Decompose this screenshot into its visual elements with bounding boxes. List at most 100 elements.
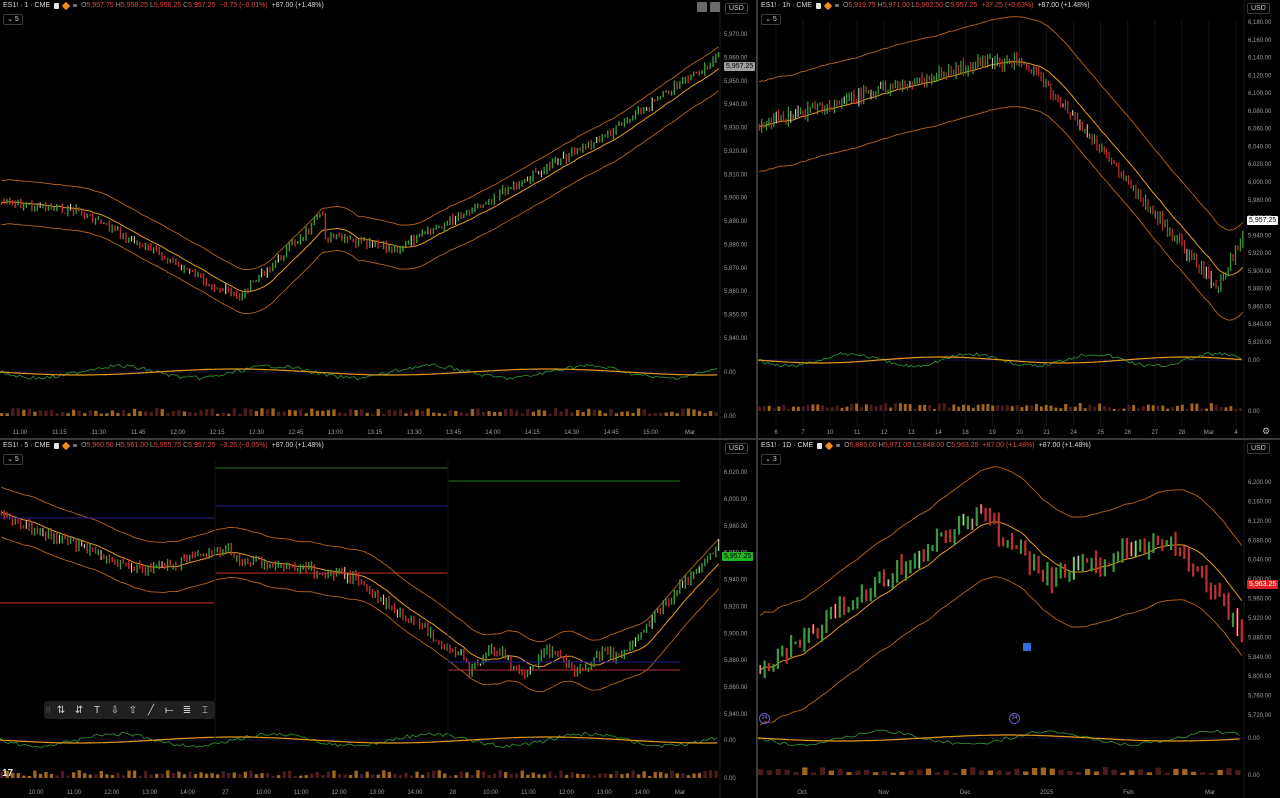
eye-icon[interactable] (836, 444, 841, 447)
histogram-bar (238, 773, 242, 778)
volume-axis-tick: 0.00 (724, 776, 736, 782)
symbol-title[interactable]: ES1! · 1 · CME (3, 2, 50, 9)
histogram-bar (686, 775, 691, 778)
settings-gear-icon[interactable]: ⚙ (1262, 426, 1270, 437)
currency-button[interactable]: USD (1247, 3, 1270, 14)
tradingview-logo[interactable]: 17 (2, 768, 13, 779)
short-position-icon[interactable]: ⇵ (70, 702, 88, 718)
time-axis-tick: 14:15 (525, 430, 541, 436)
histogram-bar (932, 408, 936, 411)
histogram-bar (860, 406, 863, 411)
chart-canvas[interactable]: 6,200.00 6,160.00 6,120.00 6,080.00 6,040.00… (758, 440, 1280, 798)
histogram-bar (33, 770, 37, 778)
interval-selector[interactable]: ⌄ 5 (3, 14, 23, 25)
text-tool-icon[interactable]: T (88, 702, 106, 718)
time-axis-tick: 14:00 (635, 790, 651, 796)
pane-divider-vertical[interactable] (756, 0, 758, 798)
price-label-icon[interactable]: ⌶ (196, 702, 214, 718)
histogram-bar (1164, 772, 1170, 775)
time-axis-tick: Mar (675, 790, 685, 796)
histogram-bar (232, 408, 236, 416)
histogram-bar (166, 413, 170, 416)
bollinger-upper (759, 466, 1243, 616)
trend-line-icon[interactable]: ╱ (142, 702, 160, 718)
event-badge[interactable]: 24 (759, 713, 770, 724)
histogram-bar (864, 769, 870, 775)
price-axis-tick: 5,910.00 (724, 172, 748, 178)
settings-button[interactable] (710, 2, 720, 12)
horizontal-ray-icon[interactable]: ⟝ (160, 702, 178, 718)
time-axis-tick: 24 (1070, 430, 1077, 436)
time-axis-tick: 21 (1043, 430, 1050, 436)
histogram-bar (648, 775, 652, 778)
pane-divider-horizontal[interactable] (0, 438, 1280, 440)
histogram-bar (204, 773, 209, 778)
symbol-title[interactable]: ES1! · 5 · CME (3, 442, 50, 449)
histogram-bar (509, 773, 513, 778)
currency-button[interactable]: USD (725, 3, 748, 14)
histogram-bar (1173, 768, 1179, 775)
histogram-bar (282, 411, 286, 416)
change-value: +87.00 (+1.48%) (982, 442, 1035, 449)
histogram-bar (1229, 406, 1233, 411)
time-axis-tick: 11:30 (92, 430, 107, 436)
eye-icon[interactable] (73, 4, 78, 7)
histogram-bar (675, 773, 680, 778)
interval-selector[interactable]: ⌄ 5 (3, 454, 23, 465)
chart-canvas[interactable]: 6,020.006,000.005,980.005,960.005,940.00… (0, 440, 756, 798)
change-value: −0.75 (−0.01%) (219, 2, 268, 9)
histogram-bar (1073, 406, 1077, 411)
symbol-title[interactable]: ES1! · 1D · CME (761, 442, 813, 449)
interval-selector[interactable]: ⌄ 3 (761, 454, 781, 465)
time-axis-tick: 12:00 (559, 790, 575, 796)
chart-pane-bottom-right[interactable]: 6,200.00 6,160.00 6,120.00 6,080.00 6,040.00… (758, 440, 1280, 798)
price-axis-tick: 5,860.00 (724, 289, 748, 295)
histogram-bar (986, 403, 990, 411)
event-badge[interactable]: 24 (1009, 713, 1020, 724)
histogram-bar (620, 411, 624, 416)
chart-pane-top-right[interactable]: 6,180.00 6,160.00 6,140.00 6,120.00 6,100.00… (758, 0, 1280, 438)
chart-pane-bottom-left[interactable]: 6,020.006,000.005,980.005,960.005,940.00… (0, 440, 756, 798)
chart-canvas[interactable]: 6,180.00 6,160.00 6,140.00 6,120.00 6,100.00… (758, 0, 1280, 438)
layout-button[interactable] (697, 2, 707, 12)
price-axis-tick: 5,870.00 (724, 266, 748, 272)
histogram-bar (420, 774, 425, 778)
histogram-bar (1156, 405, 1160, 411)
time-axis-tick: 14 (935, 430, 942, 436)
long-position-icon[interactable]: ⇅ (52, 702, 70, 718)
price-axis-tick: 5,960.00 (724, 55, 748, 61)
histogram-bar (879, 404, 883, 411)
histogram-bar (1030, 405, 1034, 411)
histogram-bar (664, 412, 668, 416)
currency-button[interactable]: USD (1247, 443, 1270, 454)
chart-canvas[interactable]: 5,970.00 5,960.00 5,950.00 5,940.00 5,930.00… (0, 0, 756, 438)
chart-pane-top-left[interactable]: 5,970.00 5,960.00 5,950.00 5,940.00 5,930.00… (0, 0, 756, 438)
drag-handle-icon[interactable]: ⠿ (44, 706, 52, 715)
histogram-bar (908, 770, 914, 775)
interval-selector[interactable]: ⌄ 5 (761, 14, 781, 25)
blue-marker[interactable] (1023, 643, 1031, 651)
histogram-bar (576, 773, 580, 778)
histogram-bar (254, 774, 259, 778)
histogram-bar (625, 773, 630, 778)
price-axis-tick: 5,970.00 (724, 32, 748, 38)
symbol-title[interactable]: ES1! · 1h · CME (761, 2, 812, 9)
arrow-up-icon[interactable]: ⇧ (124, 702, 142, 718)
histogram-bar (443, 773, 447, 778)
price-axis-tick: 5,840.00 (1248, 655, 1272, 661)
eye-icon[interactable] (73, 444, 78, 447)
volume-axis-tick: 0.00 (724, 414, 736, 420)
histogram-bar (714, 770, 718, 778)
horizontal-line-icon[interactable]: ≣ (178, 702, 196, 718)
histogram-bar (917, 769, 923, 775)
histogram-bar (343, 774, 347, 778)
eye-icon[interactable] (834, 4, 839, 7)
histogram-bar (681, 408, 685, 416)
price-axis-tick: 5,880.00 (1248, 287, 1272, 293)
currency-button[interactable]: USD (725, 443, 748, 454)
histogram-bar (188, 412, 192, 416)
symbol-header: ES1! · 1 · CME O5,957.75 H5,958.25 L5,95… (3, 1, 324, 10)
histogram-bar (476, 770, 480, 778)
arrow-down-icon[interactable]: ⇩ (106, 702, 124, 718)
price-axis-tick: 5,800.00 (1248, 674, 1272, 680)
